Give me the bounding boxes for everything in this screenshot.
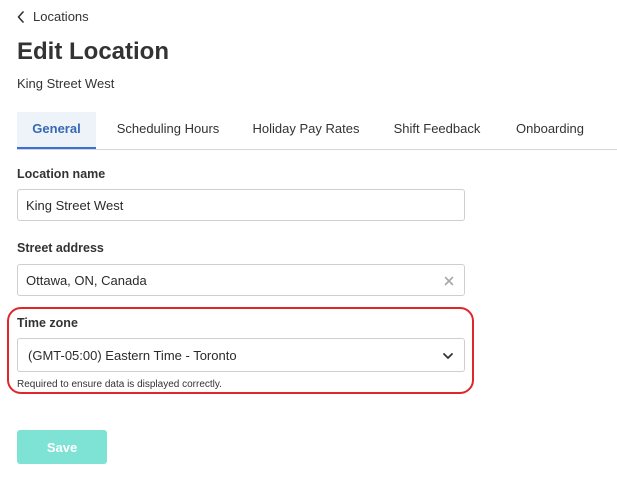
time-zone-help-text: Required to ensure data is displayed cor… (17, 379, 222, 390)
street-address-input[interactable] (17, 264, 465, 296)
location-name-label: Location name (17, 167, 106, 181)
page-title: Edit Location (17, 38, 169, 65)
time-zone-select[interactable]: (GMT-05:00) Eastern Time - Toronto (17, 338, 465, 372)
tab-onboarding[interactable]: Onboarding (507, 112, 593, 148)
time-zone-value: (GMT-05:00) Eastern Time - Toronto (28, 348, 237, 363)
save-button[interactable]: Save (17, 430, 107, 464)
tab-holiday-pay-rates[interactable]: Holiday Pay Rates (243, 112, 369, 148)
chevron-left-icon (17, 10, 24, 23)
tab-shift-feedback[interactable]: Shift Feedback (383, 112, 491, 148)
tab-bar: General Scheduling Hours Holiday Pay Rat… (17, 112, 617, 150)
tab-general[interactable]: General (17, 112, 96, 149)
chevron-down-icon (443, 353, 453, 359)
tab-scheduling-hours[interactable]: Scheduling Hours (105, 112, 231, 148)
time-zone-label: Time zone (17, 316, 78, 330)
back-link-label: Locations (33, 9, 89, 24)
page-subtitle: King Street West (17, 76, 115, 91)
street-address-label: Street address (17, 241, 104, 255)
close-icon[interactable] (441, 273, 457, 289)
location-name-input[interactable] (17, 189, 465, 221)
back-link-locations[interactable]: Locations (17, 9, 89, 24)
